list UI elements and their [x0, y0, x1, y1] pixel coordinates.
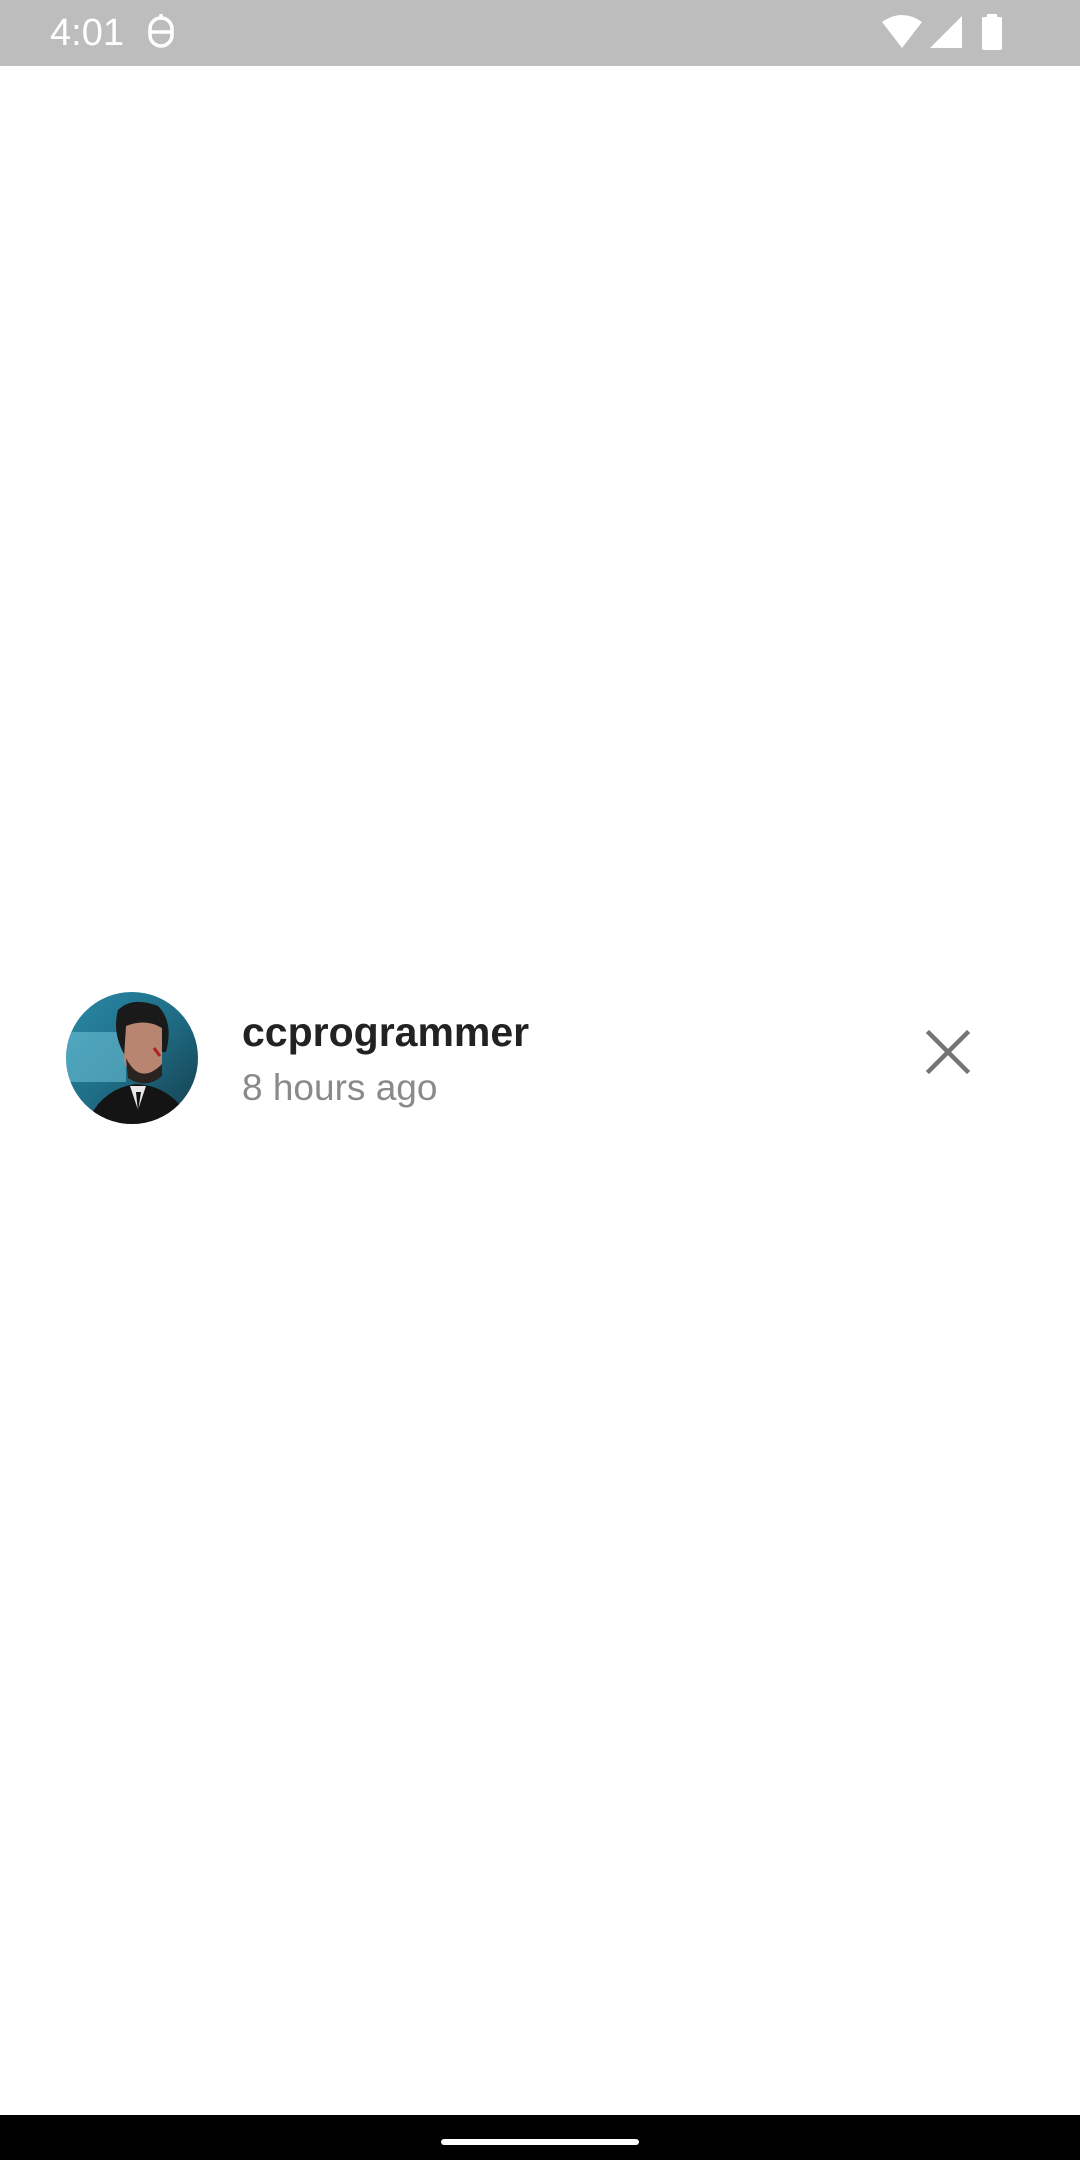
battery-icon [980, 12, 1004, 54]
wifi-icon [880, 12, 924, 54]
timestamp: 8 hours ago [242, 1067, 438, 1108]
cell-signal-icon [928, 12, 964, 54]
status-time: 4:01 [50, 12, 124, 54]
close-icon [908, 1012, 988, 1092]
close-button[interactable] [908, 1012, 988, 1092]
username[interactable]: ccprogrammer [242, 1008, 529, 1056]
status-bar: 4:01 [0, 0, 1080, 66]
avatar[interactable] [66, 992, 198, 1124]
story-viewer-screen: 4:01 ccprogrammer 8 hours ago [0, 0, 1080, 2160]
story-header: ccprogrammer 8 hours ago [0, 990, 1080, 1126]
notification-app-icon [146, 12, 176, 54]
home-gesture-handle[interactable] [441, 2139, 639, 2145]
navigation-bar [0, 2115, 1080, 2160]
